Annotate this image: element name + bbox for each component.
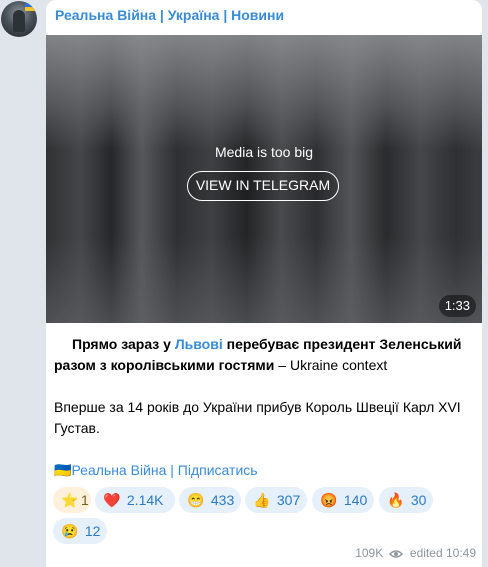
channel-name[interactable]: Реальна Війна | Україна | Новини: [55, 7, 284, 23]
reaction-crying-face[interactable]: 😢 12: [53, 518, 107, 544]
post-paragraph-1: Прямо зараз у Львові перебуває президент…: [54, 336, 462, 373]
message-bubble: Реальна Війна | Україна | Новини Media i…: [46, 0, 482, 567]
message-time: 10:49: [445, 546, 476, 560]
eye-icon: [388, 548, 403, 562]
message-meta: 109K edited 10:49: [355, 546, 476, 562]
view-count: 109K: [355, 546, 384, 560]
ukraine-flag-emoji-icon: 🇺🇦: [54, 462, 72, 478]
reaction-angry-face[interactable]: 😡 140: [312, 487, 374, 513]
reaction-thumbs-up[interactable]: 👍 307: [245, 487, 307, 513]
avatar-figure: [13, 10, 25, 32]
crying-face-icon: 😢: [61, 523, 79, 539]
reaction-heart[interactable]: ❤️ 2.14K: [95, 487, 175, 513]
channel-avatar[interactable]: [1, 1, 37, 37]
ukraine-flag-icon: [25, 3, 35, 11]
subscribe-line[interactable]: 🇺🇦Реальна Війна | Підписатись: [54, 460, 474, 481]
post-text: Прямо зараз у Львові перебуває президент…: [54, 334, 474, 481]
thumbs-up-icon: 👍: [253, 492, 271, 508]
view-in-telegram-button[interactable]: VIEW IN TELEGRAM: [187, 171, 339, 201]
post-paragraph-2: Вперше за 14 років до України прибув Кор…: [54, 399, 461, 436]
heart-icon: ❤️: [103, 492, 121, 508]
video-duration: 1:33: [438, 295, 476, 317]
edited-label: edited: [409, 546, 443, 560]
video-preview[interactable]: Media is too big VIEW IN TELEGRAM 1:33: [46, 35, 482, 323]
fire-icon: 🔥: [387, 492, 405, 508]
angry-face-icon: 😡: [320, 492, 338, 508]
reaction-fire[interactable]: 🔥 30: [379, 487, 433, 513]
reaction-grin[interactable]: 😁 433: [179, 487, 241, 513]
lviv-link[interactable]: Львові: [175, 336, 223, 352]
subscribe-link[interactable]: Реальна Війна | Підписатись: [71, 462, 257, 478]
media-too-big-notice: Media is too big: [214, 144, 314, 160]
grin-icon: 😁: [187, 492, 205, 508]
star-icon: ⭐: [61, 492, 79, 508]
reaction-star[interactable]: ⭐ 1: [53, 487, 91, 513]
